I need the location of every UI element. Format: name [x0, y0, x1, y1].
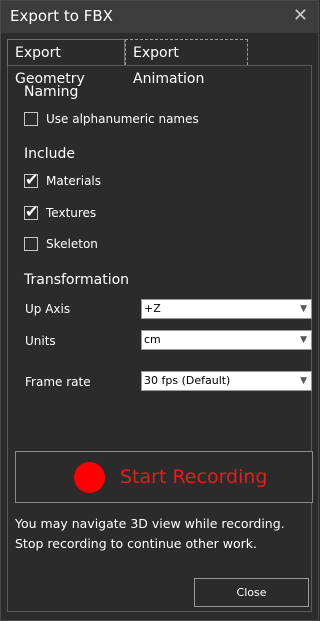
recording-note-line2: Stop recording to continue other work.: [15, 536, 257, 551]
title-bar[interactable]: Export to FBX ✕: [1, 1, 318, 33]
up-axis-select[interactable]: +Z ▼: [141, 299, 312, 319]
units-select[interactable]: cm ▼: [141, 330, 312, 350]
checkmark-icon: ✔: [25, 202, 39, 221]
tab-export-geometry[interactable]: Export Geometry: [7, 39, 125, 87]
start-recording-label: Start Recording: [120, 466, 268, 488]
frame-rate-label: Frame rate: [25, 375, 91, 389]
frame-rate-select[interactable]: 30 fps (Default) ▼: [141, 371, 312, 391]
materials-label: Materials: [46, 174, 102, 188]
recording-note-line1: You may navigate 3D view while recording…: [15, 516, 285, 531]
textures-label: Textures: [46, 206, 97, 220]
frame-rate-value: 30 fps (Default): [144, 374, 231, 387]
use-alphanumeric-checkbox[interactable]: [24, 112, 38, 126]
dialog-title: Export to FBX: [10, 7, 113, 25]
use-alphanumeric-label: Use alphanumeric names: [46, 112, 199, 126]
transformation-heading: Transformation: [24, 272, 130, 288]
tab-export-animation[interactable]: Export Animation: [125, 39, 248, 87]
chevron-down-icon: ▼: [300, 376, 307, 386]
chevron-down-icon: ▼: [300, 335, 307, 345]
skeleton-checkbox[interactable]: [24, 237, 38, 251]
naming-heading: Naming: [24, 84, 79, 100]
close-button[interactable]: Close: [194, 578, 309, 607]
materials-checkbox[interactable]: ✔: [24, 170, 39, 189]
textures-checkbox[interactable]: ✔: [24, 202, 39, 221]
checkmark-icon: ✔: [25, 170, 39, 189]
units-value: cm: [144, 333, 161, 346]
chevron-down-icon: ▼: [300, 304, 307, 314]
export-fbx-dialog: Export to FBX ✕ Export Geometry Export A…: [0, 0, 319, 621]
record-icon: [74, 462, 105, 493]
skeleton-label: Skeleton: [46, 237, 98, 251]
close-icon[interactable]: ✕: [293, 5, 308, 26]
include-heading: Include: [24, 146, 75, 162]
units-label: Units: [25, 334, 56, 348]
up-axis-label: Up Axis: [25, 302, 71, 316]
start-recording-button[interactable]: Start Recording: [15, 451, 313, 503]
up-axis-value: +Z: [144, 302, 161, 315]
